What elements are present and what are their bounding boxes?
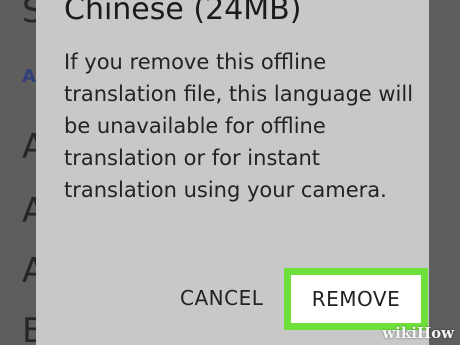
watermark-text-how: How — [416, 324, 454, 342]
dialog-actions: CANCEL REMOVE — [36, 268, 429, 330]
dialog-message: If you remove this offline translation f… — [64, 50, 414, 202]
background-section-header-partial: A — [22, 66, 36, 87]
cancel-button[interactable]: CANCEL — [180, 282, 263, 314]
dialog-title: Chinese (24MB) — [64, 0, 302, 27]
remove-language-dialog: Chinese (24MB) If you remove this offlin… — [36, 0, 429, 345]
watermark-text-wiki: wiki — [382, 324, 417, 342]
background-right-edge — [434, 0, 460, 345]
screen: S A A A A B Chinese (24MB) If you remove… — [0, 0, 460, 345]
wikihow-watermark: wikiHow — [382, 324, 454, 342]
remove-button[interactable]: REMOVE — [291, 275, 421, 323]
remove-button-highlight: REMOVE — [284, 268, 428, 330]
